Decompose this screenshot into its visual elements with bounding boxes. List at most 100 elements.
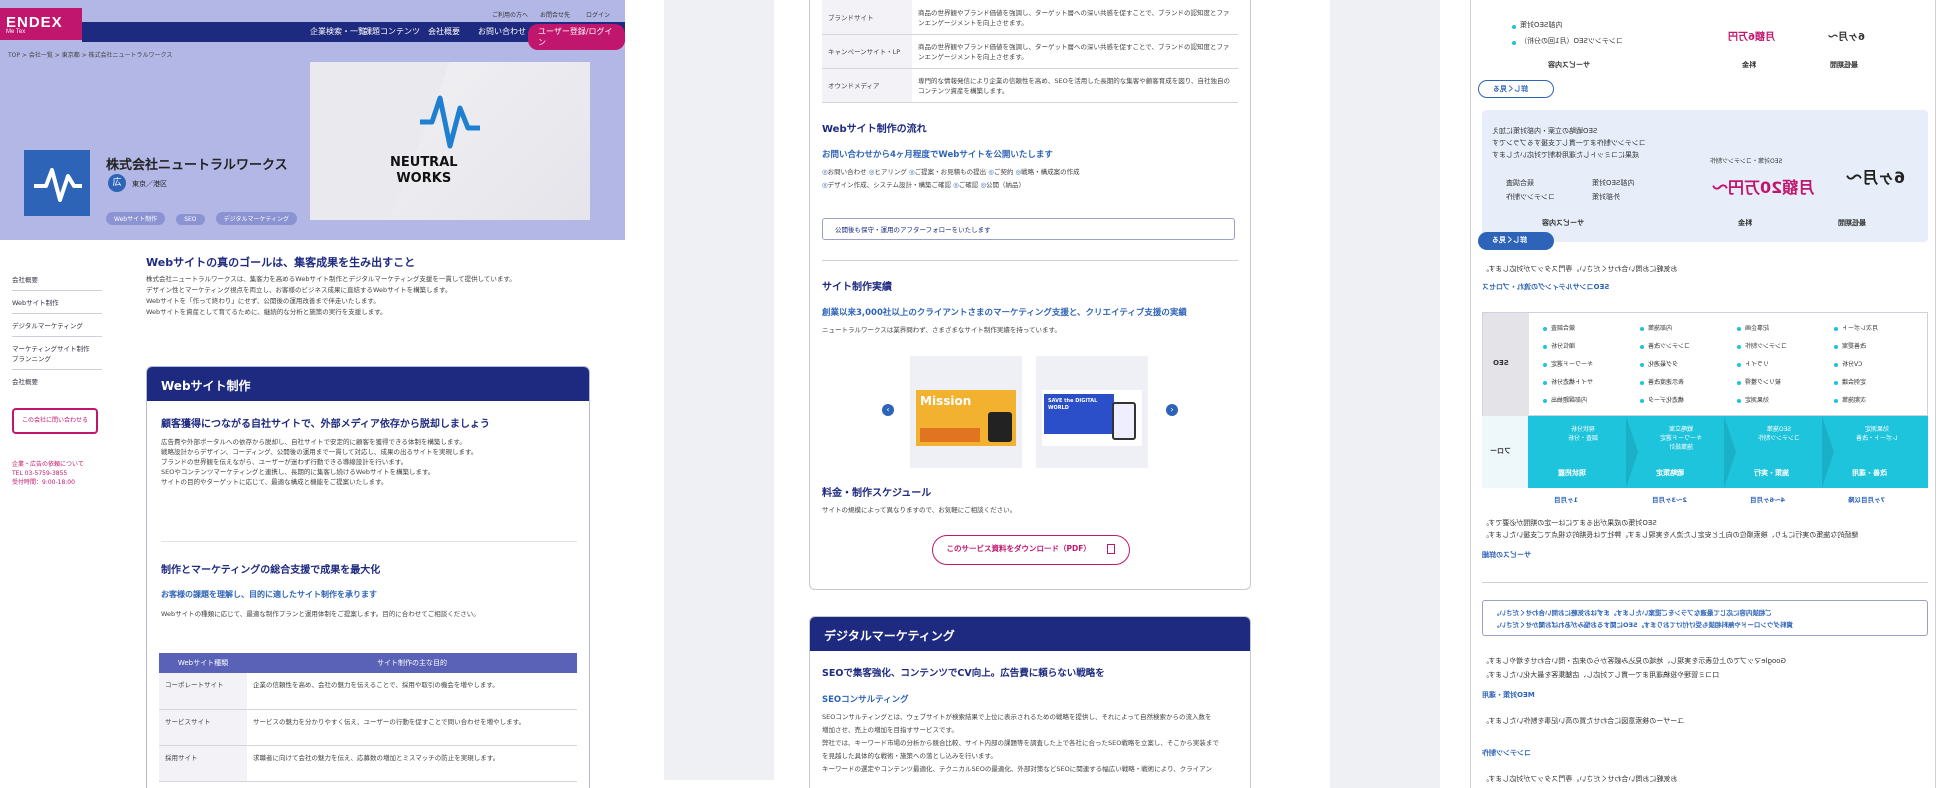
- sidebar-item[interactable]: Webサイト制作: [12, 291, 102, 314]
- nav-item[interactable]: お問い合わせ: [478, 26, 526, 37]
- chevron-right-icon: [1822, 416, 1834, 488]
- company-logo: [24, 150, 90, 216]
- flow-subheading: お問い合わせから4ヶ月程度でWebサイトを公開いたします: [822, 150, 1053, 160]
- carousel-next-icon[interactable]: ›: [1166, 404, 1178, 416]
- process-item: 月次レポート: [1842, 325, 1879, 332]
- sidebar-item[interactable]: デジタルマーケティング: [12, 314, 102, 337]
- flow-step-text: 戦略立案 キーワード選定 施策設計: [1660, 426, 1703, 451]
- column-label: サービス内容: [1542, 219, 1584, 227]
- bullet-icon: [1737, 327, 1741, 331]
- document-icon: [1107, 544, 1116, 554]
- flow-step-text: 効果測定 レポート・改善: [1856, 426, 1899, 442]
- plan-item: 内部SEO対策: [1592, 179, 1635, 187]
- column-label: 料金: [1738, 219, 1752, 227]
- info-box: ご相談内容に応じて最適なプランをご提案いたします。まずはお気軽にお問い合わせくだ…: [1482, 600, 1928, 636]
- flow-row-label: フロー: [1482, 416, 1528, 488]
- process-item: 競合調査: [1551, 325, 1576, 332]
- works-thumbnail[interactable]: Mission: [910, 356, 1022, 468]
- works-heading: サイト制作実績: [822, 282, 892, 293]
- hero-image-title: NEUTRAL WORKS: [390, 155, 458, 186]
- process-item: 定例会議: [1842, 379, 1867, 386]
- bullet-icon: [1543, 363, 1547, 367]
- table-header: Webサイト種類: [159, 653, 247, 673]
- utility-link[interactable]: ご利用の方へ: [492, 10, 528, 19]
- process-item: 表示速度改善: [1648, 379, 1685, 386]
- sidebar-item[interactable]: マーケティングサイト制作 プランニング: [12, 337, 102, 370]
- sidebar-nav: 会社概要 Webサイト制作 デジタルマーケティング マーケティングサイト制作 プ…: [12, 268, 102, 392]
- plan-price: 月額20万円〜: [1712, 178, 1815, 197]
- flow-period: 7ヶ月目以降: [1848, 496, 1886, 504]
- utility-link[interactable]: お問合せ先: [540, 10, 570, 19]
- plan-description: コンテンツ制作まで一貫して支援するプランです: [1492, 139, 1646, 147]
- process-heading: SEOコンサルティングの流れ・プロセス: [1482, 283, 1610, 291]
- plan-tag: SEO対策・コンテンツ制作: [1710, 158, 1783, 165]
- carousel-prev-icon[interactable]: ‹: [882, 404, 894, 416]
- download-pdf-button[interactable]: このサービス資料をダウンロード（PDF）: [932, 535, 1130, 565]
- body-text: 口コミ管理や投稿運用まで一貫して対応し、店舗集客を最大化いたします。: [1482, 671, 1720, 679]
- sidebar-item[interactable]: 会社概要: [12, 370, 102, 392]
- process-item: キーワード選定: [1551, 361, 1594, 368]
- process-item: 記事企画: [1745, 325, 1770, 332]
- flow-period: 4〜6ヶ月目: [1750, 496, 1786, 504]
- site-logo[interactable]: ENDEX Me Tex: [0, 8, 82, 40]
- bullet-icon: [1543, 381, 1547, 385]
- process-item: サイト構造分析: [1551, 379, 1594, 386]
- utility-link[interactable]: ログイン: [586, 10, 610, 19]
- nav-item[interactable]: 課題コンテンツ: [364, 26, 420, 37]
- pricing-heading: 料金・制作スケジュール: [822, 488, 932, 499]
- plan-item: 競合調査: [1506, 179, 1534, 187]
- login-button[interactable]: ユーザー登録/ログイン: [528, 24, 625, 50]
- page-gutter: [1330, 0, 1440, 788]
- contact-company-button[interactable]: この会社に問い合わせる: [12, 408, 98, 434]
- process-item: CV分析: [1842, 361, 1863, 368]
- divider: [1482, 582, 1928, 583]
- plan-item: 内部SEO対策: [1520, 21, 1563, 29]
- nav-item[interactable]: 企業検索・一覧: [310, 26, 366, 37]
- bullet-icon: [1512, 41, 1516, 45]
- service-card-digital-marketing: デジタルマーケティング SEOで集客強化、コンテンツでCV向上。広告費に頼らない…: [809, 616, 1251, 788]
- service-heading: SEOで集客強化、コンテンツでCV向上。広告費に頼らない戦略を: [822, 668, 1105, 679]
- process-item: 内部施策: [1648, 325, 1673, 332]
- flow-step-text: 現状分析 調査・分析: [1568, 426, 1599, 442]
- table-row: キャンペーンサイト・LP 商品の世界観やブランド価値を強調し、ターゲット層への深い…: [822, 34, 1238, 69]
- plan-description: SEO戦略の立案・内部対策に加え: [1492, 127, 1598, 135]
- plan-price: 月額6万円: [1728, 32, 1775, 43]
- flow-step-label: 戦略策定: [1656, 469, 1684, 477]
- nav-item[interactable]: 会社概要: [428, 26, 460, 37]
- service-subheading: お客様の課題を理解し、目的に適したサイト制作を承ります: [161, 590, 377, 599]
- sidebar-item[interactable]: 会社概要: [12, 268, 102, 291]
- main-heading: Webサイトの真のゴールは、集客成果を生み出すこと: [146, 256, 416, 269]
- table-row: コーポレートサイト 企業の信頼性を高め、会社の魅力を伝えることで、採用や取引の機会…: [159, 673, 577, 710]
- ad-badge: 広: [108, 174, 126, 192]
- plan-term: 6ヶ月〜: [1828, 32, 1865, 43]
- bullet-icon: [1834, 399, 1838, 403]
- subsection-heading: MEO対策・運用: [1482, 691, 1535, 699]
- site-type-table: Webサイト種類 サイト制作の主な目的 コーポレートサイト 企業の信頼性を高め、会社…: [159, 653, 577, 782]
- details-button[interactable]: 詳しく見る: [1478, 80, 1554, 98]
- plan-note: お気軽にお問い合わせください。専門スタッフが対応します。: [1482, 265, 1678, 273]
- process-item: リライト: [1745, 361, 1770, 368]
- breadcrumb[interactable]: TOP > 会社一覧 > 東京都 > 株式会社ニュートラルワークス: [8, 50, 172, 59]
- column-label: 最低期間: [1830, 61, 1858, 69]
- service-text: SEOコンサルティングとは、ウェブサイトが検索結果で上位に表示されるための戦略を…: [822, 713, 1219, 773]
- intro-text: 株式会社ニュートラルワークスは、集客力を高めるWebサイト制作とデジタルマーケテ…: [146, 275, 516, 316]
- bullet-icon: [1543, 327, 1547, 331]
- process-item: 次期施策: [1842, 397, 1867, 404]
- details-button[interactable]: 詳しく見る: [1478, 232, 1554, 250]
- tag[interactable]: SEO: [176, 214, 205, 225]
- section-link[interactable]: サービスの詳細: [1482, 550, 1531, 560]
- tag[interactable]: デジタルマーケティング: [215, 212, 298, 225]
- service-heading: 顧客獲得につながる自社サイトで、外部メディア依存から脱却しましょう: [161, 419, 490, 430]
- process-item: 順位分析: [1551, 343, 1576, 350]
- tag-list: Webサイト制作 SEO デジタルマーケティング: [106, 206, 303, 225]
- tag[interactable]: Webサイト制作: [106, 212, 166, 225]
- works-text: ニュートラルワークスは業界問わず、さまざまなサイト制作実績を持っています。: [822, 326, 1061, 334]
- bullet-icon: [1737, 345, 1741, 349]
- service-text: 広告費や外部ポータルへの依存から脱却し、自社サイトで安定的に顧客を獲得できる体制…: [161, 438, 478, 486]
- flow-heading: Webサイト制作の流れ: [822, 124, 927, 135]
- bullet-icon: [1834, 327, 1838, 331]
- works-thumbnail[interactable]: SAVE the DIGITAL WORLD: [1036, 356, 1148, 468]
- flow-period: 2〜3ヶ月目: [1652, 496, 1688, 504]
- chevron-right-icon: [1626, 416, 1638, 488]
- process-row-label: SEO: [1483, 313, 1529, 417]
